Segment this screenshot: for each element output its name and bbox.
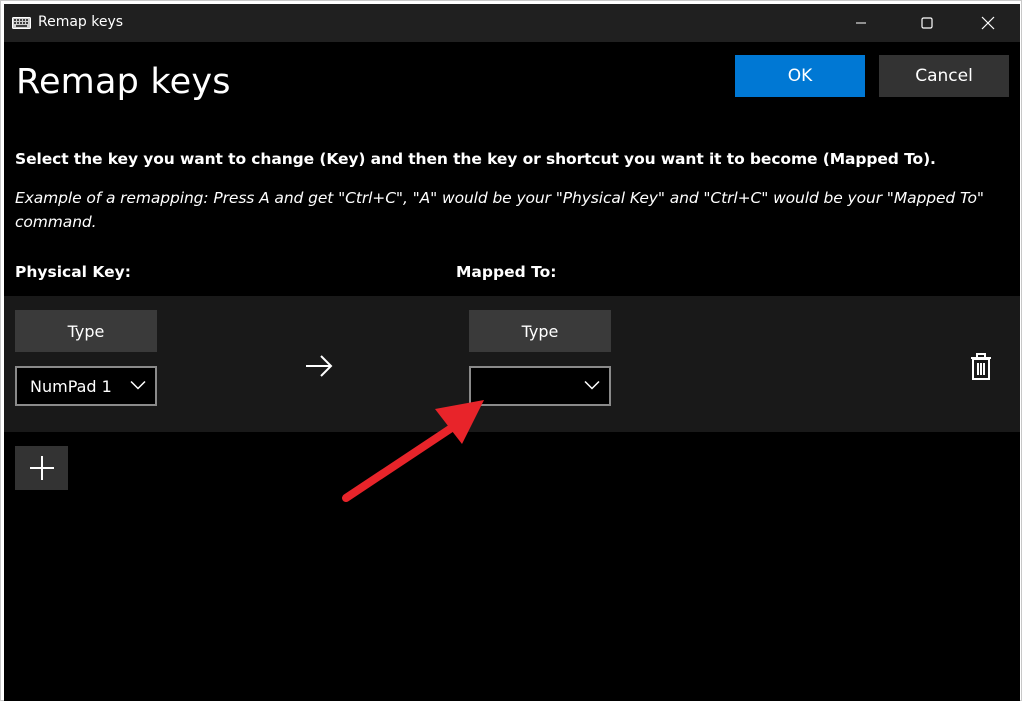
mapped-to-dropdown[interactable] bbox=[469, 366, 611, 406]
keyboard-icon bbox=[12, 17, 31, 29]
page-title: Remap keys bbox=[16, 62, 231, 102]
chevron-down-icon bbox=[130, 380, 146, 390]
add-mapping-button[interactable] bbox=[15, 446, 68, 490]
physical-key-label: Physical Key: bbox=[15, 263, 131, 281]
maximize-button[interactable] bbox=[904, 4, 950, 42]
mapping-row: Type NumPad 1 Type bbox=[4, 296, 1020, 432]
minimize-icon bbox=[856, 22, 866, 24]
instruction-text: Select the key you want to change (Key) … bbox=[15, 150, 936, 168]
physical-key-dropdown[interactable]: NumPad 1 bbox=[15, 366, 157, 406]
remap-keys-window: Remap keys Remap keys OK Cancel Select t… bbox=[4, 4, 1020, 701]
arrow-right-icon bbox=[306, 355, 333, 377]
trash-icon[interactable] bbox=[970, 353, 992, 381]
close-button[interactable] bbox=[965, 4, 1011, 42]
title-bar[interactable]: Remap keys bbox=[4, 4, 1020, 42]
minimize-button[interactable] bbox=[838, 4, 884, 42]
cancel-button[interactable]: Cancel bbox=[879, 55, 1009, 97]
chevron-down-icon bbox=[584, 380, 600, 390]
maximize-icon bbox=[921, 17, 933, 29]
screenshot-frame: Remap keys Remap keys OK Cancel Select t… bbox=[0, 0, 1022, 701]
mapped-type-button[interactable]: Type bbox=[469, 310, 611, 352]
mapped-to-label: Mapped To: bbox=[456, 263, 557, 281]
physical-type-button[interactable]: Type bbox=[15, 310, 157, 352]
plus-icon bbox=[29, 456, 54, 480]
example-text: Example of a remapping: Press A and get … bbox=[15, 189, 984, 231]
close-icon bbox=[981, 16, 995, 30]
physical-key-value: NumPad 1 bbox=[30, 377, 112, 396]
ok-button[interactable]: OK bbox=[735, 55, 865, 97]
window-title: Remap keys bbox=[38, 14, 124, 30]
